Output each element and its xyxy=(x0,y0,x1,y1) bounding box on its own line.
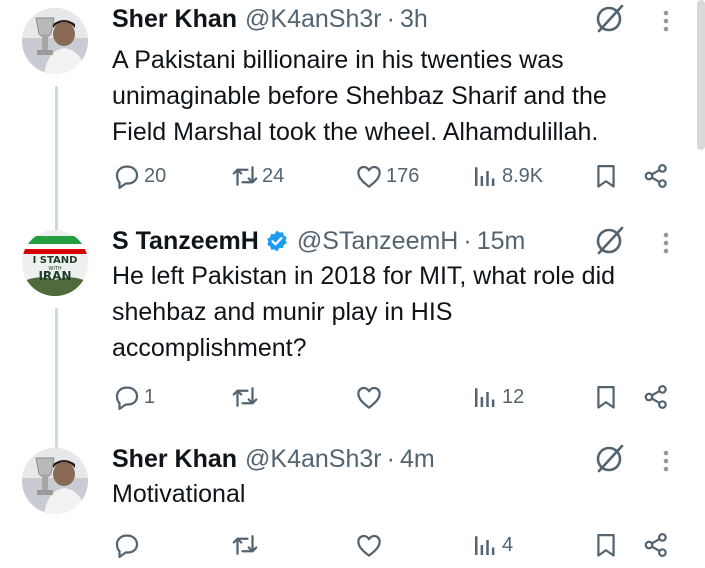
author-name[interactable]: Sher Khan xyxy=(112,445,237,474)
reply-icon xyxy=(115,386,139,410)
reply-count: 1 xyxy=(144,385,156,408)
separator-dot: · xyxy=(386,444,395,473)
bookmark-button[interactable] xyxy=(592,380,620,414)
separator-dot: · xyxy=(463,226,472,255)
views-icon xyxy=(475,536,495,555)
reply-count: 20 xyxy=(144,164,167,187)
tweet[interactable]: I STAND WITH IRAN S TanzeemH @STanzeemH … xyxy=(0,222,705,427)
views-button[interactable]: 12 xyxy=(470,380,524,414)
author-handle[interactable]: @K4anSh3r xyxy=(245,5,382,34)
tweet-text-line: Motivational xyxy=(112,480,246,508)
action-bar: 4 xyxy=(0,528,705,562)
author-handle[interactable]: @K4anSh3r xyxy=(245,445,382,474)
bookmark-button[interactable] xyxy=(592,159,620,193)
views-count: 12 xyxy=(502,385,525,408)
repost-button[interactable]: 24 xyxy=(230,159,284,193)
timestamp[interactable]: 3h xyxy=(400,5,428,34)
more-icon[interactable] xyxy=(658,4,674,38)
grok-icon[interactable] xyxy=(592,440,628,476)
tweet-header: Sher Khan @K4anSh3r · 3h xyxy=(112,2,428,36)
reply-icon xyxy=(115,534,139,558)
repost-icon xyxy=(232,166,258,186)
tweet-text-line: accomplishment? xyxy=(112,334,307,362)
repost-button[interactable] xyxy=(230,528,262,562)
action-bar: 1 12 xyxy=(0,380,705,414)
views-button[interactable]: 8.9K xyxy=(470,159,543,193)
repost-icon xyxy=(232,387,258,407)
bookmark-icon xyxy=(597,533,615,557)
repost-button[interactable] xyxy=(230,380,262,414)
share-button[interactable] xyxy=(642,528,670,562)
tweet[interactable]: Sher Khan @K4anSh3r · 4m Motivational 4 xyxy=(0,442,705,568)
more-icon[interactable] xyxy=(658,444,674,478)
grok-icon[interactable] xyxy=(592,222,628,258)
verified-badge-icon xyxy=(265,229,289,253)
views-button[interactable]: 4 xyxy=(470,528,513,562)
avatar[interactable]: I STAND WITH IRAN xyxy=(22,230,88,296)
tweet-text-line: A Pakistani billionaire in his twenties … xyxy=(112,46,564,74)
repost-count: 24 xyxy=(262,164,285,187)
share-icon xyxy=(644,164,667,188)
reply-button[interactable] xyxy=(112,528,144,562)
tweet-header: S TanzeemH @STanzeemH · 15m xyxy=(112,224,525,258)
avatar[interactable] xyxy=(22,448,88,514)
like-icon xyxy=(357,534,381,557)
bookmark-button[interactable] xyxy=(592,528,620,562)
timestamp[interactable]: 4m xyxy=(400,445,435,474)
like-button[interactable] xyxy=(354,528,386,562)
like-icon xyxy=(357,165,381,188)
tweet-text-line: shehbaz and munir play in HIS xyxy=(112,298,453,326)
reply-button[interactable]: 1 xyxy=(112,380,155,414)
repost-icon xyxy=(232,535,258,555)
share-button[interactable] xyxy=(642,159,670,193)
tweet[interactable]: Sher Khan @K4anSh3r · 3h A Pakistani bil… xyxy=(0,0,705,210)
tweet-text: A Pakistani billionaire in his twenties … xyxy=(112,42,682,150)
reply-button[interactable]: 20 xyxy=(112,159,166,193)
author-name[interactable]: Sher Khan xyxy=(112,5,237,34)
share-icon xyxy=(644,533,667,557)
more-icon[interactable] xyxy=(658,226,674,260)
tweet-text: He left Pakistan in 2018 for MIT, what r… xyxy=(112,258,682,366)
views-icon xyxy=(475,388,495,407)
tweet-header: Sher Khan @K4anSh3r · 4m xyxy=(112,442,435,476)
like-icon xyxy=(357,386,381,409)
like-button[interactable] xyxy=(354,380,386,414)
views-count: 8.9K xyxy=(502,164,544,187)
grok-icon[interactable] xyxy=(592,0,628,36)
bookmark-icon xyxy=(597,164,615,188)
tweet-text-line: He left Pakistan in 2018 for MIT, what r… xyxy=(112,262,616,290)
tweet-text-line: unimaginable before Shehbaz Sharif and t… xyxy=(112,82,607,110)
views-icon xyxy=(475,167,495,186)
avatar-text: I STAND xyxy=(33,255,78,266)
views-count: 4 xyxy=(502,533,514,556)
like-button[interactable]: 176 xyxy=(354,159,419,193)
tweet-text: Motivational xyxy=(112,476,682,512)
like-count: 176 xyxy=(386,164,420,187)
reply-icon xyxy=(115,165,139,189)
avatar-text: IRAN xyxy=(38,269,71,283)
share-icon xyxy=(644,385,667,409)
separator-dot: · xyxy=(386,4,395,33)
author-name[interactable]: S TanzeemH xyxy=(112,227,259,256)
author-handle[interactable]: @STanzeemH xyxy=(297,227,459,256)
bookmark-icon xyxy=(597,385,615,409)
action-bar: 20 24 176 8.9K xyxy=(0,159,705,193)
avatar[interactable] xyxy=(22,8,88,74)
tweet-text-line: Field Marshal took the wheel. Alhamdulil… xyxy=(112,118,599,146)
timestamp[interactable]: 15m xyxy=(477,227,526,256)
share-button[interactable] xyxy=(642,380,670,414)
